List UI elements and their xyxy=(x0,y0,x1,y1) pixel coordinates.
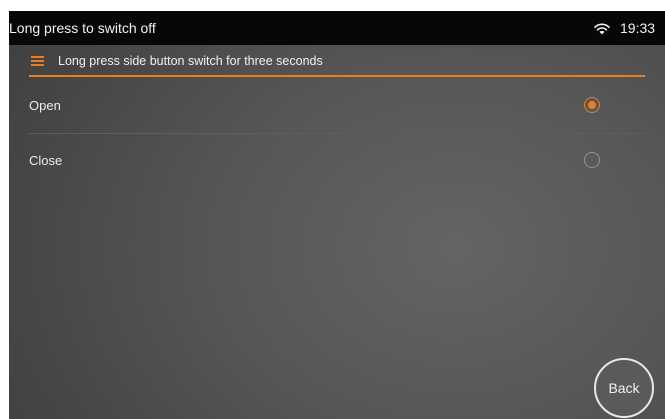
radio-close[interactable] xyxy=(584,152,600,168)
option-close[interactable]: Close xyxy=(9,134,665,188)
page-title: Long press to switch off xyxy=(9,20,156,36)
option-open[interactable]: Open xyxy=(9,79,665,133)
radio-selected-dot xyxy=(588,101,596,109)
radio-open[interactable] xyxy=(584,97,600,113)
option-open-label: Open xyxy=(29,98,61,113)
settings-screen: Long press to switch off 19:33 Long pres… xyxy=(9,11,665,419)
menu-icon[interactable] xyxy=(31,56,44,67)
status-bar: Long press to switch off 19:33 xyxy=(9,11,665,45)
option-close-label: Close xyxy=(29,153,63,168)
wifi-icon xyxy=(594,23,610,35)
section-title: Long press side button switch for three … xyxy=(58,54,323,68)
section-header[interactable]: Long press side button switch for three … xyxy=(9,45,665,77)
section-underline xyxy=(29,75,645,77)
clock: 19:33 xyxy=(620,20,656,36)
back-button[interactable]: Back xyxy=(594,358,654,418)
